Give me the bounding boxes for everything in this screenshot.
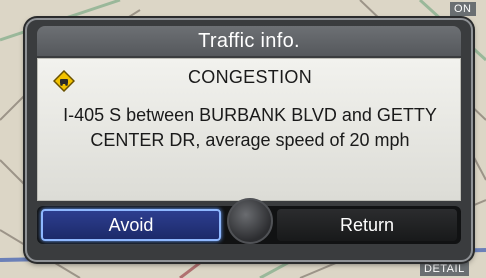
return-button[interactable]: Return — [277, 209, 457, 241]
alert-message: I-405 S between BURBANK BLVD and GETTY C… — [63, 105, 437, 150]
dialog-title: Traffic info. — [37, 26, 461, 56]
selector-knob-icon — [227, 198, 273, 244]
alert-heading: CONGESTION — [187, 67, 312, 87]
map-label-detail: DETAIL — [420, 262, 469, 276]
dialog-content: CONGESTION I-405 S between BURBANK BLVD … — [37, 58, 461, 201]
avoid-button[interactable]: Avoid — [41, 209, 221, 241]
map-label-on: ON — [450, 2, 476, 16]
button-bar: Avoid Return — [37, 198, 461, 244]
traffic-info-dialog: Traffic info. CONGESTION I-405 S between… — [25, 18, 473, 262]
